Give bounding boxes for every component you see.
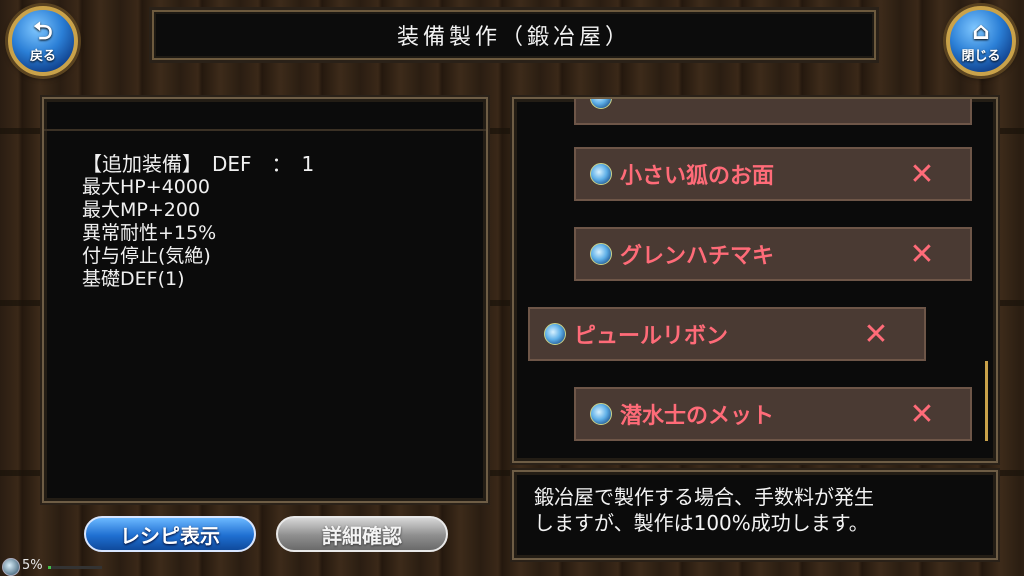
progress-fill	[48, 566, 51, 569]
material-icon	[544, 323, 566, 345]
recipe-button[interactable]: レシピ表示	[84, 516, 256, 552]
globe-icon	[2, 558, 20, 576]
progress-bar	[48, 566, 102, 569]
back-button-label: 戻る	[29, 48, 56, 64]
material-icon	[590, 163, 612, 185]
back-button[interactable]: ⮌ 戻る	[8, 6, 78, 76]
info-message-line: 鍛冶屋で製作する場合、手数料が発生	[534, 485, 874, 509]
stat-line: 付与停止(気絶)	[82, 245, 211, 267]
page-title: 装備製作（鍛冶屋）	[396, 25, 631, 50]
stat-line: 【追加装備】 DEF ： 1	[82, 152, 315, 176]
stat-line: 基礎DEF(1)	[82, 268, 185, 290]
home-icon: ⌂	[972, 16, 990, 45]
list-item[interactable]: グレンハチマキ ✕	[574, 227, 972, 281]
info-message-line: しますが、製作は100%成功します。	[534, 511, 869, 535]
detail-button[interactable]: 詳細確認	[276, 516, 448, 552]
progress-indicator: 5%	[0, 556, 120, 576]
stat-line: 異常耐性+15%	[82, 222, 217, 244]
list-item[interactable]: 潜水士のメット ✕	[574, 387, 972, 441]
remove-icon[interactable]: ✕	[856, 317, 896, 352]
panel-header-strip	[44, 99, 486, 131]
stat-line: 最大MP+200	[82, 199, 201, 221]
info-message-box: 鍛冶屋で製作する場合、手数料が発生 しますが、製作は100%成功します。	[512, 470, 998, 560]
material-name: グレンハチマキ	[620, 244, 775, 269]
close-button[interactable]: ⌂ 閉じる	[946, 6, 1016, 76]
remove-icon[interactable]: ✕	[902, 157, 942, 192]
close-button-label: 閉じる	[961, 48, 1001, 64]
material-icon	[590, 99, 612, 109]
scrollbar[interactable]	[985, 361, 988, 441]
remove-icon[interactable]: ✕	[902, 237, 942, 272]
equipment-detail-panel: 【追加装備】 DEF ： 1 最大HP+4000 最大MP+200 異常耐性+1…	[42, 97, 488, 503]
list-item-partial[interactable]	[574, 99, 972, 125]
material-name: ピュールリボン	[574, 324, 729, 349]
material-icon	[590, 243, 612, 265]
title-bar: 装備製作（鍛冶屋）	[152, 10, 876, 60]
stat-line: 最大HP+4000	[82, 176, 211, 198]
material-name: 潜水士のメット	[620, 404, 775, 429]
material-icon	[590, 403, 612, 425]
progress-text: 5%	[22, 558, 43, 573]
remove-icon[interactable]: ✕	[902, 397, 942, 432]
list-item[interactable]: 小さい狐のお面 ✕	[574, 147, 972, 201]
material-name: 小さい狐のお面	[620, 164, 775, 189]
material-list-panel[interactable]: 小さい狐のお面 ✕ グレンハチマキ ✕ ピュールリボン ✕ 潜水士のメット ✕	[512, 97, 998, 463]
equipment-stats: 【追加装備】 DEF ： 1 最大HP+4000 最大MP+200 異常耐性+1…	[82, 153, 314, 291]
back-arrow-icon: ⮌	[33, 16, 53, 45]
list-item-selected[interactable]: ピュールリボン ✕	[528, 307, 926, 361]
